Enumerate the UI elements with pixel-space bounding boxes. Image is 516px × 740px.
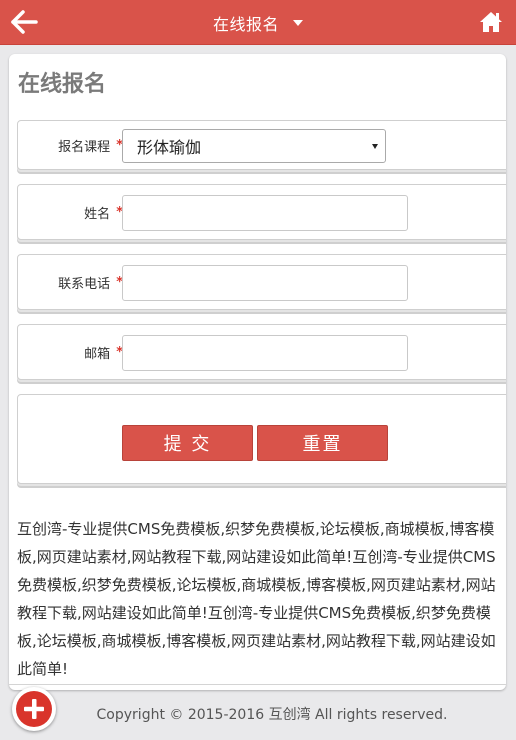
name-label-text: 姓名 <box>84 206 111 222</box>
phone-label: 联系电话 * <box>58 255 123 309</box>
course-label: 报名课程 * <box>58 121 123 169</box>
email-label: 邮箱 * <box>84 325 123 379</box>
name-label: 姓名 * <box>84 185 123 239</box>
fab-circle <box>16 691 52 727</box>
course-select[interactable]: 形体瑜伽 <box>122 129 386 163</box>
home-button[interactable] <box>478 8 504 36</box>
submit-button[interactable]: 提 交 <box>122 425 253 461</box>
phone-label-text: 联系电话 <box>58 276 111 292</box>
phone-input[interactable] <box>122 265 408 301</box>
header-title: 在线报名 <box>212 14 279 34</box>
main-card: 在线报名 报名课程 * 形体瑜伽 姓名 * 联系电话 * 邮箱 * 提 交 重置… <box>9 54 506 690</box>
course-select-value: 形体瑜伽 <box>137 138 202 157</box>
name-row: 姓名 * <box>17 184 506 240</box>
course-row: 报名课程 * 形体瑜伽 <box>17 120 506 170</box>
header-title-dropdown[interactable]: 在线报名 <box>0 0 516 45</box>
footer-copyright: Copyright © 2015-2016 互创湾 All rights res… <box>96 707 448 723</box>
top-bar: 在线报名 <box>0 0 516 45</box>
card-divider <box>9 684 506 690</box>
home-icon <box>480 12 502 32</box>
reset-button[interactable]: 重置 <box>257 425 388 461</box>
course-label-text: 报名课程 <box>58 139 111 155</box>
page-title: 在线报名 <box>18 72 107 97</box>
plus-icon <box>24 699 44 719</box>
caret-down-icon <box>293 19 303 26</box>
fab-button[interactable] <box>12 687 56 731</box>
phone-row: 联系电话 * <box>17 254 506 310</box>
caret-down-icon <box>372 144 378 149</box>
email-input[interactable] <box>122 335 408 371</box>
button-row: 提 交 重置 <box>17 394 506 484</box>
email-label-text: 邮箱 <box>84 346 111 362</box>
site-description: 互创湾-专业提供CMS免费模板,织梦免费模板,论坛模板,商城模板,博客模板,网页… <box>17 520 496 678</box>
name-input[interactable] <box>122 195 408 231</box>
email-row: 邮箱 * <box>17 324 506 380</box>
